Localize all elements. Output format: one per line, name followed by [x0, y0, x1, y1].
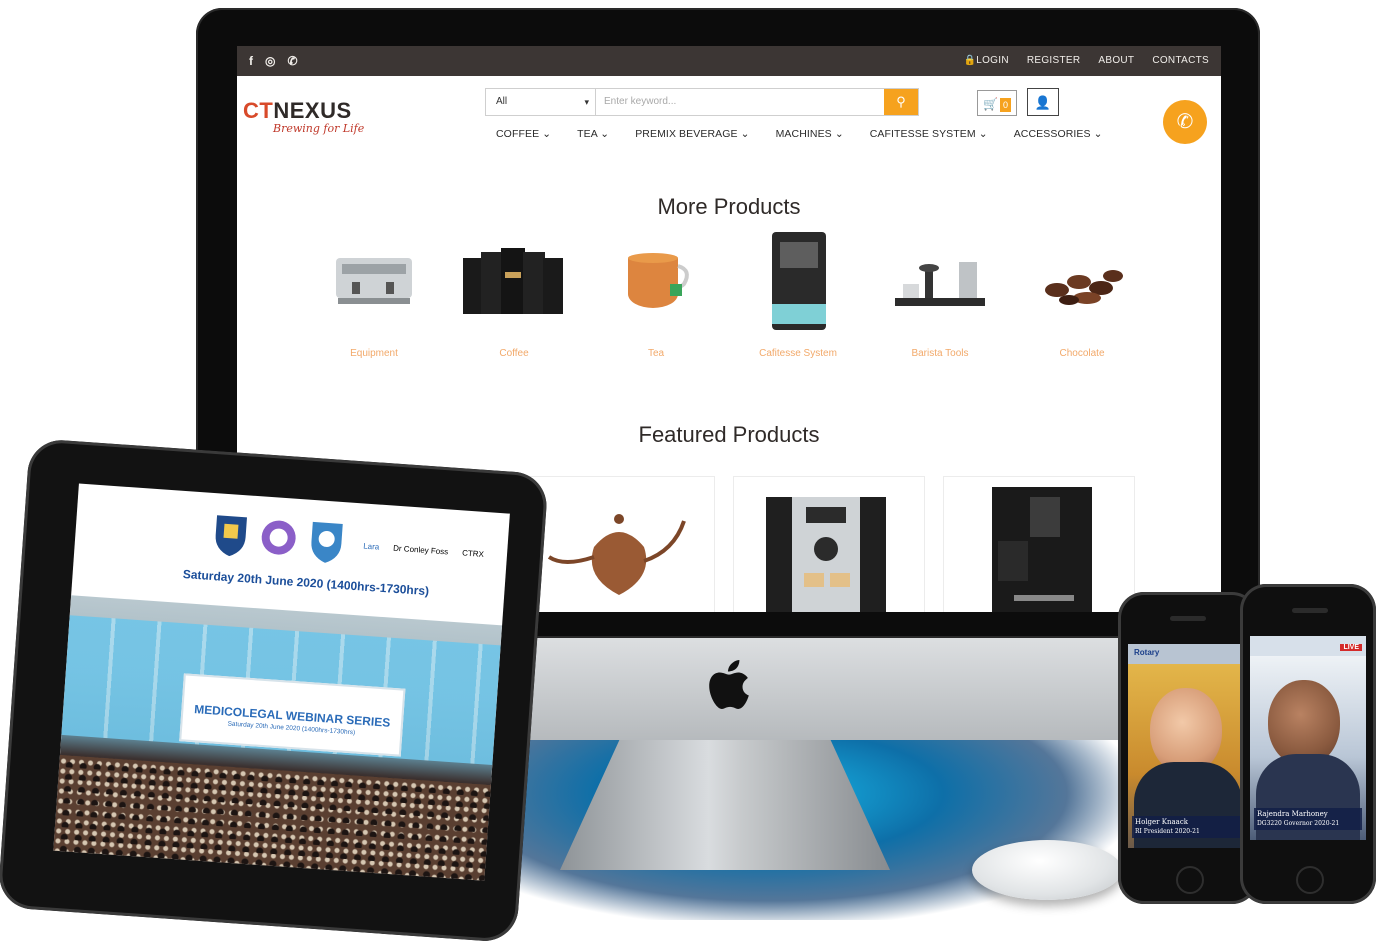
phone-speaker	[1170, 616, 1206, 621]
phone-home-button	[1296, 866, 1324, 894]
featured-product-card[interactable]	[733, 476, 925, 612]
featured-products-title: Featured Products	[638, 422, 820, 447]
crest-logo-3	[311, 521, 343, 563]
top-bar: f ◎ ✆ 🔒LOGIN REGISTER ABOUT CONTACTS	[237, 46, 1221, 76]
copper-kettle-image	[547, 514, 686, 595]
category-coffee[interactable]: Coffee	[449, 228, 579, 359]
user-icon: 👤	[1034, 95, 1052, 110]
live-badge: LIVE	[1340, 644, 1362, 651]
rotary-header: Rotary	[1134, 648, 1160, 657]
barista-tools-image	[895, 262, 985, 306]
top-links: 🔒LOGIN REGISTER ABOUT CONTACTS	[963, 55, 1209, 66]
instagram-icon[interactable]: ◎	[265, 54, 275, 68]
magic-mouse	[972, 840, 1122, 900]
category-barista-tools[interactable]: Barista Tools	[875, 228, 1005, 359]
nav-accessories[interactable]: ACCESSORIES ⌄	[1014, 128, 1103, 140]
featured-product-card[interactable]	[943, 476, 1135, 612]
phone-home-button	[1176, 866, 1204, 894]
nav-machines[interactable]: MACHINES ⌄	[776, 128, 844, 140]
crest-logo-1	[215, 515, 247, 557]
phone-screen-1: Rotary Holger Knaack RI President 2020-2…	[1128, 644, 1248, 848]
category-cafitesse-system[interactable]: Cafitesse System	[733, 228, 863, 359]
phone-screen-2: LIVE Rajendra Marhoney DG3220 Governor 2…	[1250, 636, 1366, 840]
whatsapp-icon[interactable]: ✆	[287, 54, 297, 68]
coffee-bags-image	[463, 248, 563, 314]
search-icon: ⚲	[896, 94, 906, 109]
tablet-link-3[interactable]: CTRX	[462, 548, 484, 558]
search-input[interactable]: Enter keyword...	[604, 89, 676, 115]
category-select[interactable]: All ▾	[486, 89, 596, 115]
account-button[interactable]: 👤	[1027, 88, 1059, 116]
phone-speaker	[1292, 608, 1328, 613]
category-chocolate[interactable]: Chocolate	[1017, 228, 1147, 359]
product-categories: Equipment Coffee Tea Cafitesse System Ba…	[309, 228, 1159, 378]
audience-crowd	[53, 754, 491, 881]
register-link[interactable]: REGISTER	[1027, 55, 1081, 66]
logo-tagline: Brewing for Life	[273, 122, 365, 135]
tablet-device: Lara Dr Conley Foss CTRX Saturday 20th J…	[0, 438, 549, 943]
coffee-machine-image	[766, 497, 886, 612]
apple-logo-icon	[709, 660, 749, 709]
site-logo[interactable]: CTNEXUS	[243, 98, 352, 124]
phone-device-2: LIVE Rajendra Marhoney DG3220 Governor 2…	[1240, 584, 1376, 904]
tablet-screen: Lara Dr Conley Foss CTRX Saturday 20th J…	[53, 483, 510, 881]
nav-tea[interactable]: TEA ⌄	[577, 128, 609, 140]
tablet-link-2[interactable]: Dr Conley Foss	[393, 544, 449, 557]
contacts-link[interactable]: CONTACTS	[1152, 55, 1209, 66]
bean-to-cup-machine-image	[992, 487, 1092, 612]
speaker-caption: Rajendra Marhoney DG3220 Governor 2020-2…	[1254, 808, 1362, 830]
cart-icon: 🛒	[983, 97, 998, 111]
category-equipment[interactable]: Equipment	[309, 228, 439, 359]
category-tea[interactable]: Tea	[591, 228, 721, 359]
facebook-icon[interactable]: f	[249, 54, 253, 68]
search-bar: All ▾ Enter keyword... ⚲	[485, 88, 919, 116]
espresso-machine-image	[336, 258, 412, 304]
cart-count: 0	[999, 98, 1011, 112]
main-nav: COFFEE ⌄ TEA ⌄ PREMIX BEVERAGE ⌄ MACHINE…	[496, 128, 1103, 140]
site-header: CTNEXUS Brewing for Life All ▾ Enter keyw…	[237, 76, 1221, 156]
phone-device-1: Rotary Holger Knaack RI President 2020-2…	[1118, 592, 1258, 904]
cocoa-beans-image	[1045, 270, 1123, 305]
social-links: f ◎ ✆	[249, 54, 298, 68]
crest-logo-2	[261, 520, 296, 555]
webinar-date: Saturday 20th June 2020 (1400hrs-1730hrs…	[182, 567, 430, 599]
speaker-caption: Holger Knaack RI President 2020-21	[1132, 816, 1244, 838]
tea-cup-image	[628, 253, 689, 308]
cart-button[interactable]: 🛒 0	[977, 90, 1017, 116]
featured-product-card[interactable]	[523, 476, 715, 612]
nav-coffee[interactable]: COFFEE ⌄	[496, 128, 551, 140]
nav-premix-beverage[interactable]: PREMIX BEVERAGE ⌄	[635, 128, 749, 140]
tablet-links: Lara Dr Conley Foss CTRX	[363, 542, 484, 559]
search-button[interactable]: ⚲	[884, 89, 918, 115]
conference-hall-image: MEDICOLEGAL WEBINAR SERIES Saturday 20th…	[53, 595, 503, 881]
more-products-title: More Products	[657, 194, 801, 219]
login-link[interactable]: 🔒LOGIN	[963, 55, 1008, 66]
whatsapp-chat-button[interactable]: ✆	[1163, 100, 1207, 144]
cafitesse-machine-image	[772, 232, 826, 330]
lock-icon: 🔒	[963, 55, 977, 66]
nav-cafitesse-system[interactable]: CAFITESSE SYSTEM ⌄	[870, 128, 988, 140]
chevron-down-icon: ▾	[584, 97, 589, 107]
tablet-link-1[interactable]: Lara	[363, 542, 380, 552]
about-link[interactable]: ABOUT	[1098, 55, 1134, 66]
